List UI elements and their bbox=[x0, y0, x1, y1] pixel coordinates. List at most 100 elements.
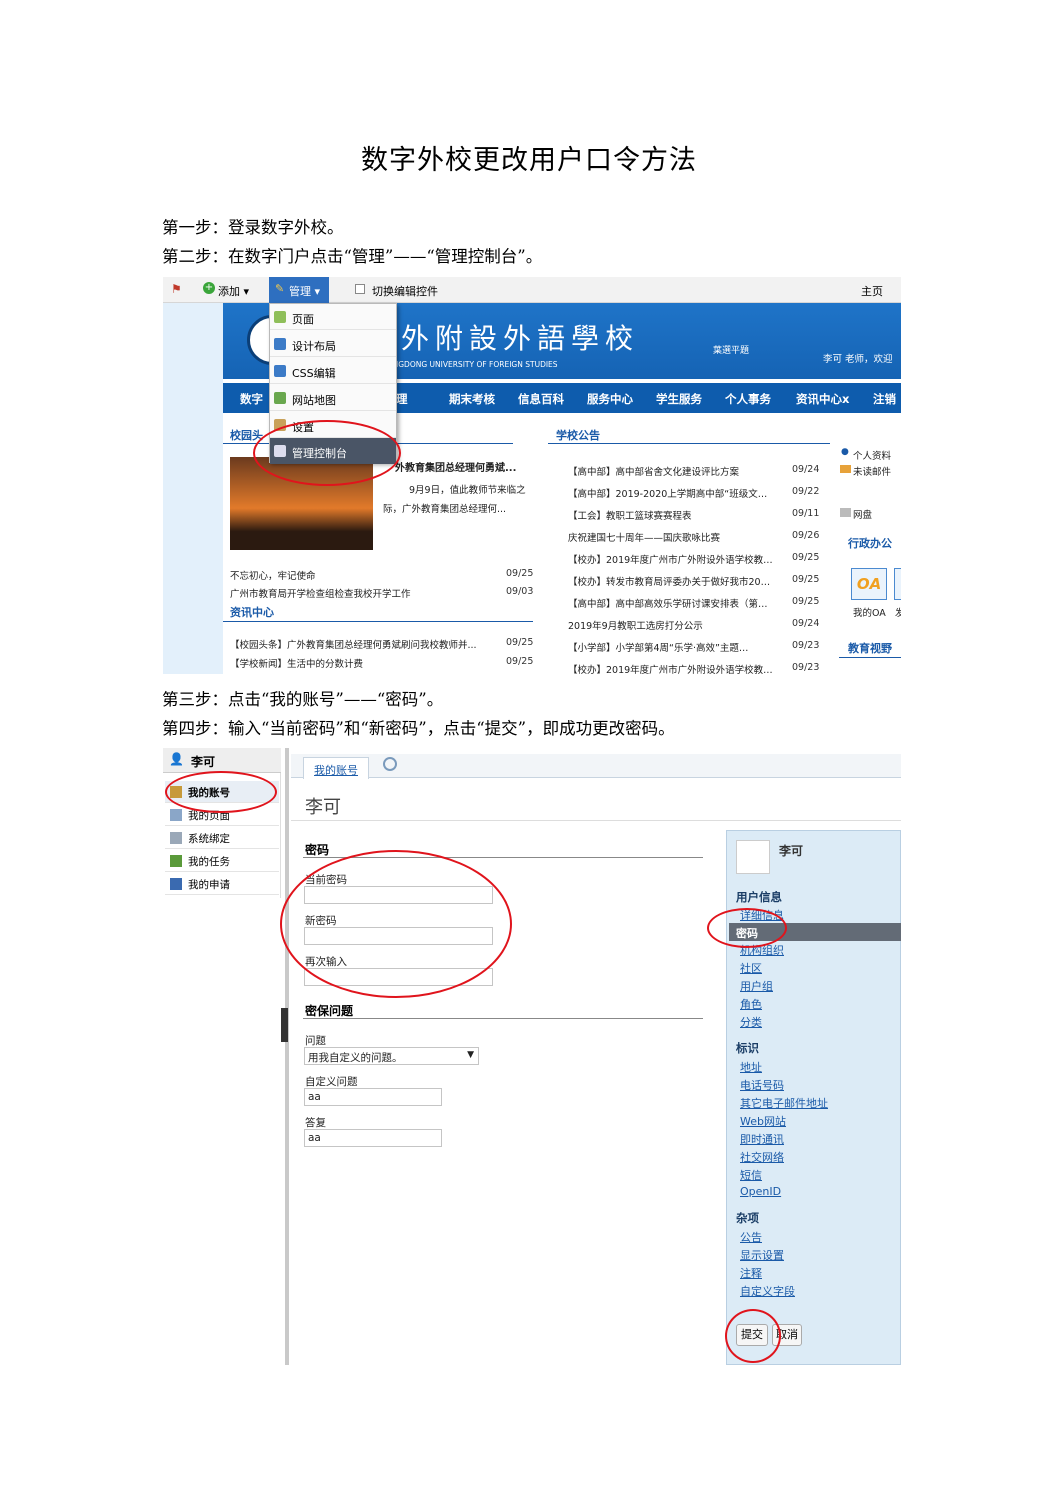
tab-my-account[interactable]: 我的账号 bbox=[303, 757, 369, 779]
nav-item-exam[interactable]: 期末考核 bbox=[449, 391, 495, 407]
step-4: 第四步：输入“当前密码”和“新密码”，点击“提交”，即成功更改密码。 bbox=[162, 719, 675, 738]
sidebar-item[interactable]: 我的账号 bbox=[165, 781, 279, 803]
toggle-checkbox[interactable] bbox=[355, 284, 365, 294]
help-icon[interactable] bbox=[383, 757, 397, 771]
nav-link[interactable]: 地址 bbox=[740, 1059, 762, 1075]
manage-menu[interactable]: ✎ 管理 ▾ bbox=[269, 277, 329, 303]
manage-dropdown: 页面 设计布局 CSS编辑 网站地图 设置 管理控制台 bbox=[269, 303, 397, 464]
nav-item-service[interactable]: 服务中心 bbox=[587, 391, 633, 407]
notice-item[interactable]: 【小学部】小学部第4周“乐学·高效”主题… bbox=[568, 640, 748, 654]
nav-item-logout[interactable]: 注销 bbox=[873, 391, 896, 407]
nav-link[interactable]: Web网站 bbox=[740, 1113, 786, 1129]
nav-link[interactable]: 即时通讯 bbox=[740, 1131, 784, 1147]
question-select[interactable]: 用我自定义的问题。 ▼ bbox=[304, 1047, 479, 1065]
answer-field[interactable]: aa bbox=[304, 1129, 442, 1147]
new-password-field[interactable] bbox=[304, 927, 493, 945]
app-icon[interactable] bbox=[894, 568, 901, 600]
menu-item-settings[interactable]: 设置 bbox=[270, 412, 396, 438]
list-item-date: 09/25 bbox=[506, 637, 534, 648]
custom-question-field[interactable]: aa bbox=[304, 1088, 442, 1106]
step-1: 第一步：登录数字外校。 bbox=[162, 218, 344, 237]
notice-item[interactable]: 2019年9月教职工选房打分公示 bbox=[568, 618, 703, 632]
nav-link[interactable]: 短信 bbox=[740, 1167, 762, 1183]
notice-item[interactable]: 【校办】2019年度广州市广外附设外语学校教… bbox=[568, 552, 773, 566]
menu-item-layout[interactable]: 设计布局 bbox=[270, 331, 396, 357]
personal-info-link[interactable]: 个人资料 bbox=[853, 448, 891, 462]
notice-item[interactable]: 【工会】教职工篮球赛赛程表 bbox=[568, 508, 692, 522]
nav-item-personal[interactable]: 个人事务 bbox=[725, 391, 771, 407]
collapse-handle[interactable] bbox=[281, 1008, 288, 1042]
pencil-icon: ✎ bbox=[275, 282, 285, 295]
home-link[interactable]: 主页 bbox=[861, 283, 883, 299]
menu-item-sitemap[interactable]: 网站地图 bbox=[270, 385, 396, 411]
my-oa-label: 我的OA bbox=[853, 608, 886, 619]
sidebar-item[interactable]: 我的任务 bbox=[165, 850, 279, 872]
unread-mail-link[interactable]: 未读邮件 bbox=[853, 464, 891, 478]
nav-link[interactable]: 自定义字段 bbox=[740, 1283, 795, 1299]
nav-link[interactable]: OpenID bbox=[740, 1185, 781, 1198]
nav-item-student[interactable]: 学生服务 bbox=[656, 391, 702, 407]
news-photo[interactable] bbox=[230, 457, 373, 550]
menu-item-css[interactable]: CSS编辑 bbox=[270, 358, 396, 384]
nav-link[interactable]: 注释 bbox=[740, 1265, 762, 1281]
list-item[interactable]: 【学校新闻】生活中的分数计费 bbox=[230, 656, 363, 670]
oa-icon[interactable]: OA bbox=[851, 568, 887, 600]
news-title[interactable]: 外教育集团总经理何勇斌... bbox=[395, 459, 516, 474]
list-item-date: 09/25 bbox=[506, 568, 534, 579]
sidebar-item[interactable]: 我的申请 bbox=[165, 873, 279, 895]
nav-link[interactable]: 机构组织 bbox=[740, 942, 784, 958]
nav-link[interactable]: 角色 bbox=[740, 996, 762, 1012]
add-menu[interactable]: 添加 ▾ bbox=[218, 283, 249, 299]
pin-icon[interactable]: ⚑ bbox=[171, 282, 182, 296]
submit-button[interactable]: 提交 bbox=[736, 1324, 768, 1346]
nav-link[interactable]: 社交网络 bbox=[740, 1149, 784, 1165]
gear-icon bbox=[274, 419, 286, 431]
nav-link[interactable]: 其它电子邮件地址 bbox=[740, 1095, 828, 1111]
nav-link[interactable]: 电话号码 bbox=[740, 1077, 784, 1093]
portal-screenshot: ⚑ + 添加 ▾ ✎ 管理 ▾ 切换编辑控件 主页 市廣外附設外語學校 L AT… bbox=[163, 277, 901, 674]
menu-item-page[interactable]: 页面 bbox=[270, 304, 396, 330]
notice-item[interactable]: 【高中部】高中部高效乐学研讨课安排表（第… bbox=[568, 596, 768, 610]
divider bbox=[303, 857, 703, 858]
notice-item[interactable]: 【校办】转发市教育局评委办关于做好我市20… bbox=[568, 574, 770, 588]
list-item[interactable]: 广州市教育局开学检查组检查我校开学工作 bbox=[230, 586, 411, 600]
notice-date: 09/24 bbox=[792, 618, 820, 629]
repeat-password-field[interactable] bbox=[304, 968, 493, 986]
nav-link[interactable]: 用户组 bbox=[740, 978, 773, 994]
notice-item[interactable]: 【校办】2019年度广州市广外附设外语学校教… bbox=[568, 662, 773, 674]
notice-date: 09/22 bbox=[792, 486, 820, 497]
sidebar-item-label: 我的页面 bbox=[188, 810, 230, 822]
divider bbox=[303, 1018, 703, 1019]
admin-toolbar: ⚑ + 添加 ▾ ✎ 管理 ▾ 切换编辑控件 主页 bbox=[163, 277, 901, 303]
nav-link[interactable]: 公告 bbox=[740, 1229, 762, 1245]
misc-heading: 杂项 bbox=[736, 1211, 759, 1225]
splitter[interactable] bbox=[285, 748, 289, 1365]
sidebar-item-password[interactable]: 密码 bbox=[736, 925, 758, 941]
sidebar-item-label: 我的申请 bbox=[188, 879, 230, 891]
notice-item[interactable]: 【高中部】2019-2020上学期高中部“班级文… bbox=[568, 486, 767, 500]
menu-icon bbox=[170, 786, 182, 798]
list-item[interactable]: 不忘初心，牢记使命 bbox=[230, 568, 316, 582]
disk-link[interactable]: 网盘 bbox=[853, 507, 872, 521]
nav-item-wiki[interactable]: 信息百科 bbox=[518, 391, 564, 407]
notice-item[interactable]: 【高中部】高中部省舍文化建设评比方案 bbox=[568, 464, 739, 478]
sidebar-item[interactable]: 系统绑定 bbox=[165, 827, 279, 849]
notice-item[interactable]: 庆祝建国七十周年——国庆歌咏比赛 bbox=[568, 530, 720, 544]
notice-date: 09/25 bbox=[792, 552, 820, 563]
nav-link[interactable]: 详细信息 bbox=[740, 907, 784, 923]
divider bbox=[291, 820, 901, 821]
nav-link[interactable]: 分类 bbox=[740, 1014, 762, 1030]
nav-item-news[interactable]: 资讯中心x bbox=[796, 391, 849, 407]
info-center-heading: 资讯中心 bbox=[230, 606, 274, 619]
sidebar-username: 李可 bbox=[191, 755, 216, 769]
nav-item-digital[interactable]: 数字 bbox=[240, 391, 263, 407]
sidebar-item[interactable]: 我的页面 bbox=[165, 804, 279, 826]
nav-link[interactable]: 显示设置 bbox=[740, 1247, 784, 1263]
notice-heading: 学校公告 bbox=[556, 429, 600, 442]
list-item[interactable]: 【校园头条】广外教育集团总经理何勇斌刷问我校教师并... bbox=[230, 637, 477, 651]
current-password-field[interactable] bbox=[304, 886, 493, 904]
cancel-button[interactable]: 取消 bbox=[772, 1324, 802, 1346]
nav-link[interactable]: 社区 bbox=[740, 960, 762, 976]
menu-item-console[interactable]: 管理控制台 bbox=[270, 438, 396, 464]
notice-date: 09/26 bbox=[792, 530, 820, 541]
